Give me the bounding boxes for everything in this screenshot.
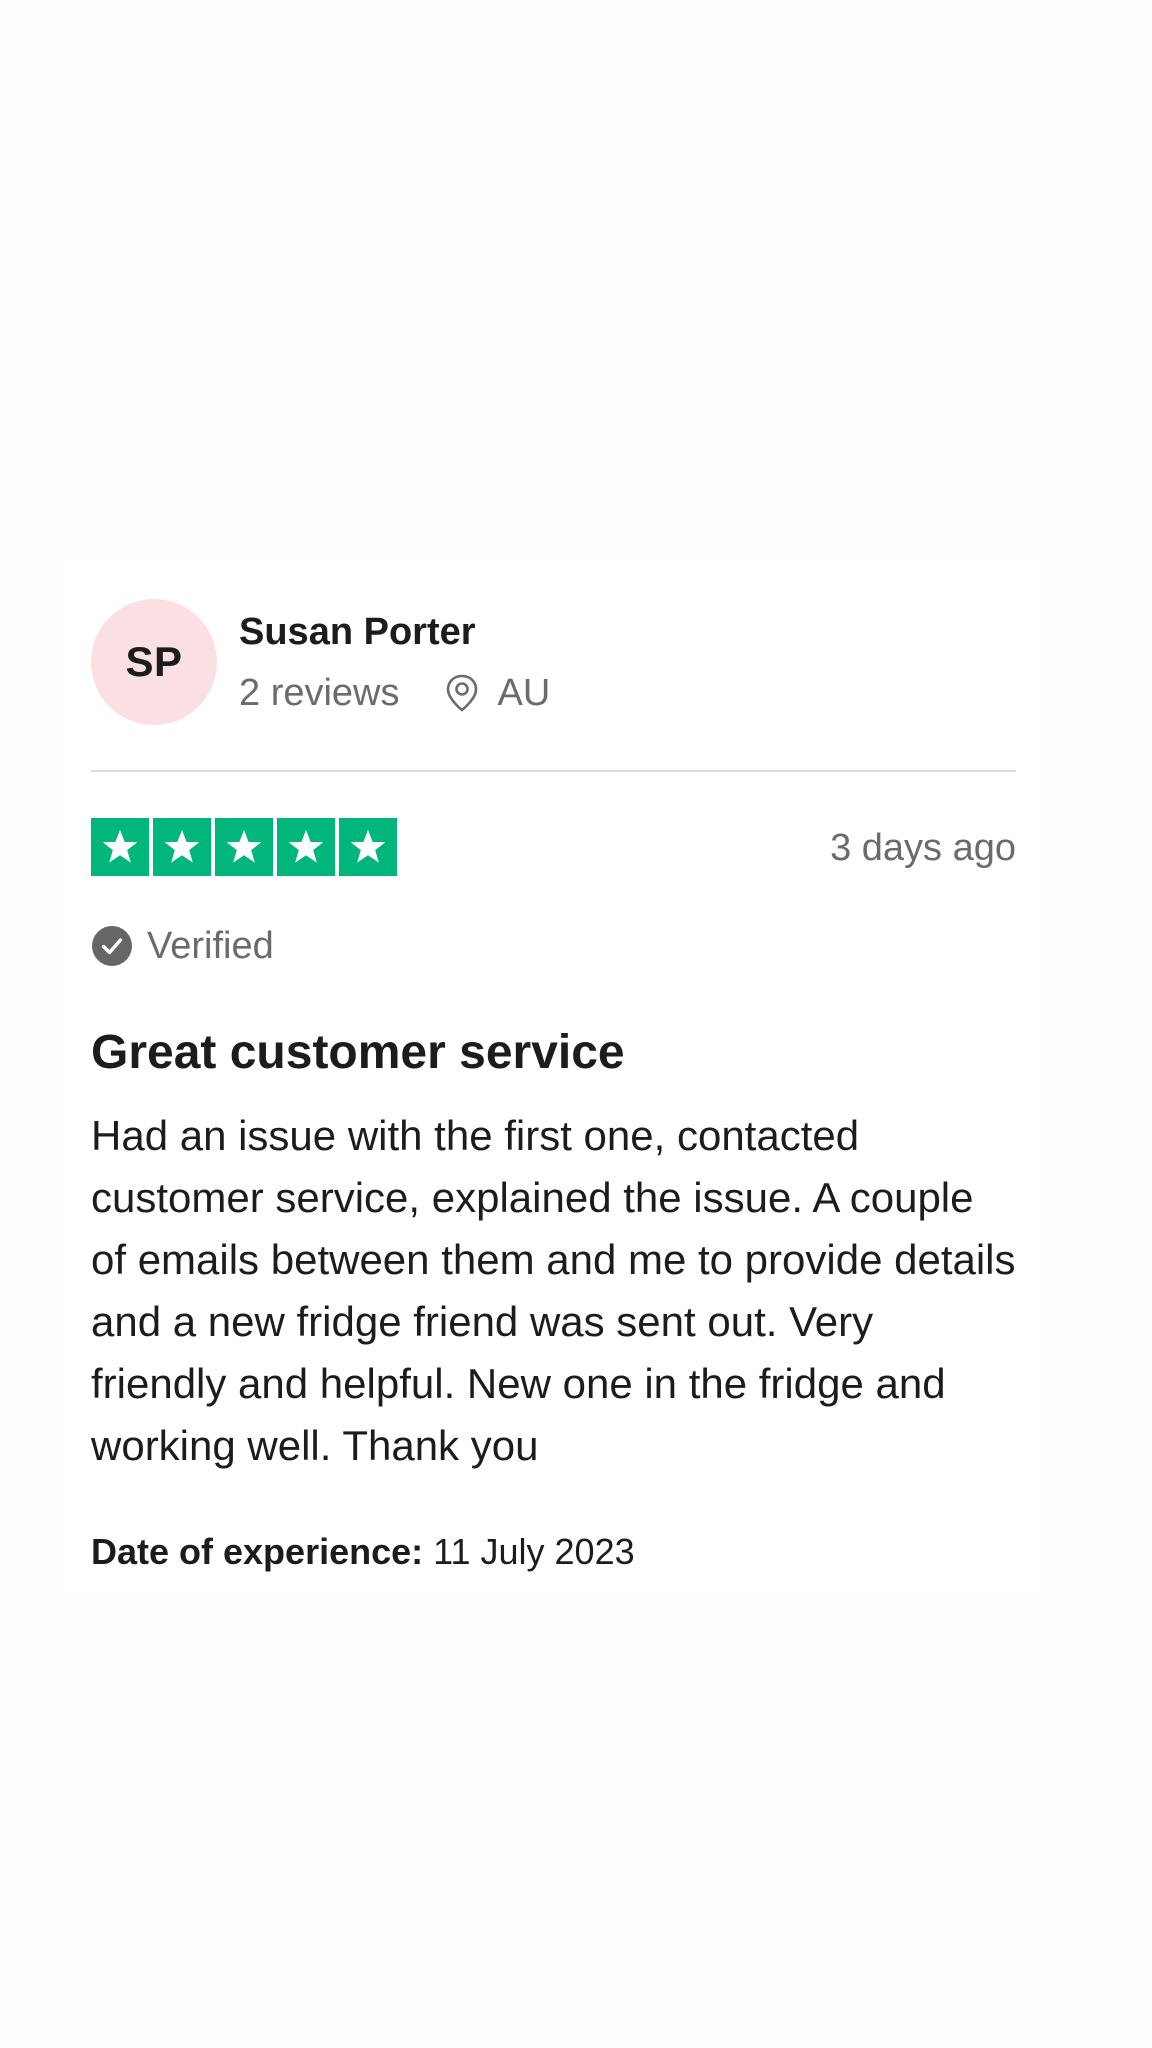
star-icon [91,818,149,876]
star-icon [339,818,397,876]
review-count: 2 reviews [239,672,400,714]
reviewer-meta: 2 reviews AU [239,671,550,715]
reviewer-location: AU [497,672,551,714]
verified-badge[interactable]: Verified [91,924,274,968]
star-icon [277,818,335,876]
avatar[interactable]: SP [91,599,217,725]
verified-label: Verified [147,925,274,967]
divider [91,770,1016,772]
map-pin-icon [444,673,480,713]
date-of-experience: Date of experience: 11 July 2023 [91,1530,635,1574]
review-date: 3 days ago [830,827,1016,869]
review-body: Had an issue with the first one, contact… [91,1112,1016,1469]
experience-date: 11 July 2023 [433,1531,635,1572]
avatar-initials: SP [125,638,183,685]
star-icon [215,818,273,876]
experience-label: Date of experience: [91,1531,424,1572]
star-rating [91,818,397,876]
review-card: SP Susan Porter 2 reviews AU 3 days ago [58,560,1042,1592]
review-title[interactable]: Great customer service [91,1025,625,1081]
star-icon [153,818,211,876]
reviewer-name[interactable]: Susan Porter [239,610,476,654]
check-circle-icon [91,925,133,967]
